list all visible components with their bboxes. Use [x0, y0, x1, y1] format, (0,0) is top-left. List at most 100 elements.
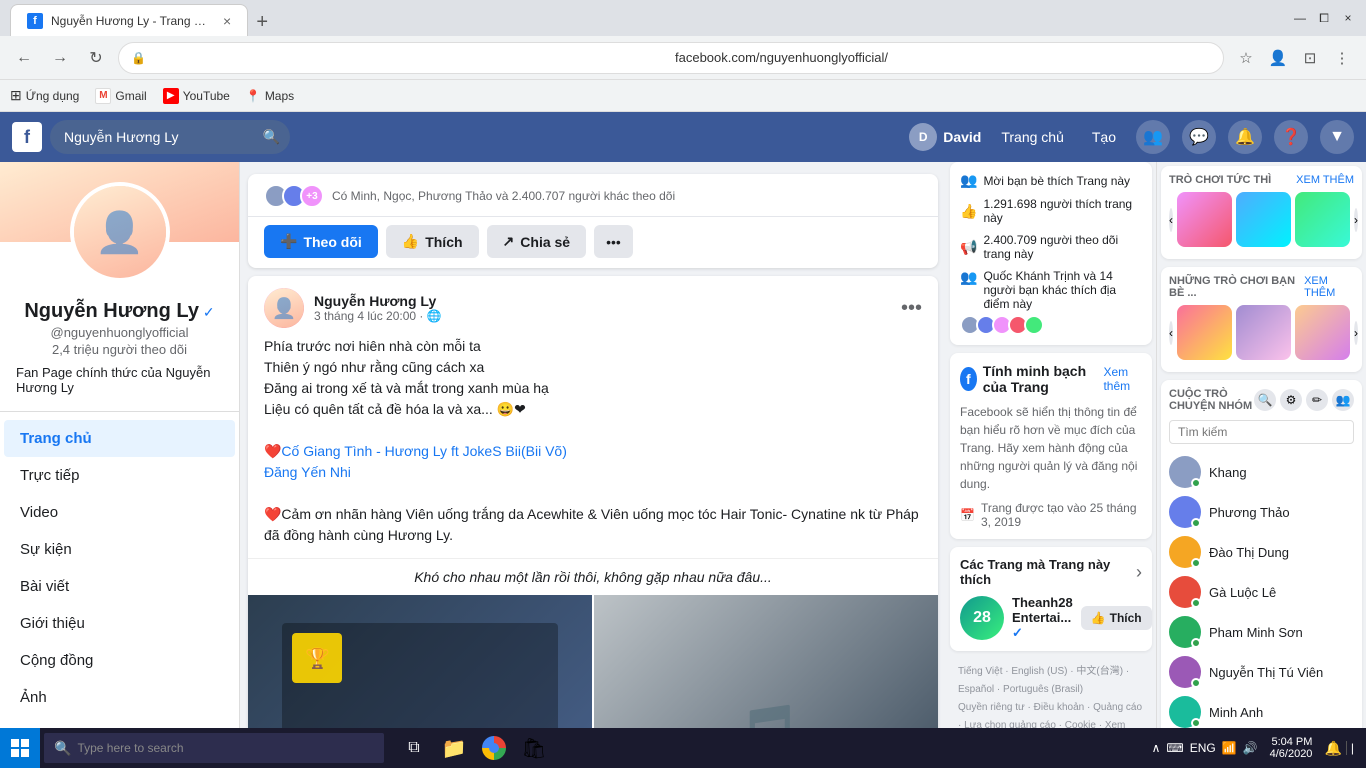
- tab-close-button[interactable]: ×: [223, 13, 231, 29]
- profile-button[interactable]: 👤: [1264, 44, 1292, 72]
- new-tab-button[interactable]: +: [248, 8, 276, 36]
- taskbar-up-arrow[interactable]: ∧: [1152, 741, 1161, 755]
- game-thumb-4[interactable]: [1177, 305, 1232, 360]
- taskbar-search-bar[interactable]: 🔍 Type here to search: [44, 733, 384, 763]
- taskbar-clock[interactable]: 5:04 PM 4/6/2020: [1262, 736, 1321, 760]
- friend-item-khang[interactable]: Khang: [1169, 452, 1354, 492]
- start-button[interactable]: [0, 728, 40, 768]
- friend-avatar-ga-luoc-le: [1169, 576, 1201, 608]
- game-thumb-2[interactable]: [1236, 192, 1291, 247]
- browser-tab[interactable]: f Nguyễn Hương Ly - Trang chủ ×: [10, 4, 248, 36]
- friend-item-tu-vien[interactable]: Nguyễn Thị Tú Viên: [1169, 652, 1354, 692]
- browser-menu-button[interactable]: ⋮: [1328, 44, 1356, 72]
- footer-tieng-viet[interactable]: Tiếng Việt: [958, 666, 1002, 677]
- task-view-icon: ⧉: [408, 739, 419, 757]
- refresh-button[interactable]: ↻: [82, 44, 110, 72]
- game-thumb-5[interactable]: [1236, 305, 1291, 360]
- video-left[interactable]: 🏆 🎸: [248, 595, 594, 728]
- taskbar-store[interactable]: 🛍: [516, 730, 552, 766]
- sidebar-item-video[interactable]: Video: [4, 494, 235, 531]
- chia-se-button[interactable]: ↗ Chia sẻ: [487, 225, 587, 258]
- footer-chinese[interactable]: 中文(台灣): [1076, 666, 1123, 677]
- post-overlay-text: Khó cho nhau một lần rồi thôi, không gặp…: [248, 558, 938, 595]
- sidebar-item-su-kien[interactable]: Sự kiện: [4, 531, 235, 568]
- taskbar-file-explorer[interactable]: 📁: [436, 730, 472, 766]
- facebook-search-input[interactable]: [50, 120, 290, 154]
- address-bar[interactable]: 🔒 facebook.com/nguyenhuonglyofficial/: [118, 42, 1224, 74]
- fb-dropdown-icon[interactable]: ▼: [1320, 120, 1354, 154]
- sidebar-item-bai-viet[interactable]: Bài viết: [4, 568, 235, 605]
- footer-cookie[interactable]: Cookie: [1065, 720, 1096, 728]
- post-video-container[interactable]: Khó cho nhau một lần rồi thôi, không gặp…: [248, 558, 938, 728]
- video-grid: 🏆 🎸 🎵: [248, 595, 938, 728]
- bookmark-gmail[interactable]: M Gmail: [95, 88, 146, 104]
- bookmark-maps[interactable]: 📍 Maps: [246, 89, 294, 103]
- sidebar-item-gioi-thieu[interactable]: Giới thiệu: [4, 605, 235, 642]
- bookmark-apps[interactable]: ⊞ Ứng dụng: [10, 87, 79, 104]
- friends-compose-btn[interactable]: ✏: [1306, 389, 1328, 411]
- sidebar-item-trang-chu[interactable]: Trang chủ: [4, 420, 235, 457]
- pages-like-arrow[interactable]: ›: [1136, 562, 1142, 583]
- friend-search-input[interactable]: [1169, 420, 1354, 444]
- footer-portugues[interactable]: Português (Brasil): [1003, 684, 1083, 695]
- fb-help-icon[interactable]: ❓: [1274, 120, 1308, 154]
- footer-privacy[interactable]: Quyền riêng tư: [958, 702, 1025, 713]
- fb-user-link[interactable]: D David: [909, 123, 981, 151]
- games-xem-them-1[interactable]: XEM THÊM: [1296, 174, 1354, 186]
- games-next-button-2[interactable]: ›: [1354, 321, 1358, 345]
- fb-nav-tao[interactable]: Tạo: [1084, 125, 1124, 149]
- extensions-button[interactable]: ⊡: [1296, 44, 1324, 72]
- footer-ads[interactable]: Quảng cáo: [1093, 702, 1142, 713]
- thich-button[interactable]: 👍 Thích: [386, 225, 479, 258]
- theo-doi-button[interactable]: ➕ Theo dõi: [264, 225, 378, 258]
- friend-item-minh-anh[interactable]: Minh Anh: [1169, 692, 1354, 728]
- footer-ad-choices[interactable]: Lựa chọn quảng cáo: [964, 720, 1056, 728]
- post-link-1[interactable]: ❤️Cố Giang Tình - Hương Ly ft JokeS Bii(…: [264, 441, 922, 462]
- fb-notifications-icon[interactable]: 🔔: [1228, 120, 1262, 154]
- games-prev-button[interactable]: ‹: [1169, 208, 1173, 232]
- sidebar-item-truc-tiep[interactable]: Trực tiếp: [4, 457, 235, 494]
- taskbar-show-desktop[interactable]: |: [1346, 741, 1358, 755]
- friend-item-pham-minh-son[interactable]: Pham Minh Sơn: [1169, 612, 1354, 652]
- footer-terms[interactable]: Điều khoản: [1034, 702, 1085, 713]
- close-window-button[interactable]: ×: [1340, 10, 1356, 26]
- theanh28-like-button[interactable]: 👍 Thích: [1081, 606, 1152, 630]
- maximize-button[interactable]: ⧠: [1316, 10, 1332, 26]
- sidebar-item-cong-dong[interactable]: Cộng đồng: [4, 642, 235, 679]
- transparency-xem-them[interactable]: Xem thêm: [1103, 365, 1142, 393]
- taskbar-task-view[interactable]: ⧉: [396, 730, 432, 766]
- game-thumb-1[interactable]: [1177, 192, 1232, 247]
- friends-add-btn[interactable]: 👥: [1332, 389, 1354, 411]
- friends-search-btn[interactable]: 🔍: [1254, 389, 1276, 411]
- games-prev-button-2[interactable]: ‹: [1169, 321, 1173, 345]
- invite-friends-item[interactable]: 👥 Mời bạn bè thích Trang này: [960, 172, 1142, 189]
- games-next-button[interactable]: ›: [1354, 208, 1358, 232]
- forward-button[interactable]: →: [46, 44, 74, 72]
- taskbar-notification-bell[interactable]: 🔔: [1324, 740, 1341, 757]
- video-right[interactable]: 🎵: [594, 595, 938, 728]
- post-more-button[interactable]: •••: [901, 298, 922, 318]
- play-button-overlay[interactable]: ▶: [563, 717, 623, 729]
- footer-espanol[interactable]: Español: [958, 684, 994, 695]
- sidebar-item-anh[interactable]: Ảnh: [4, 679, 235, 716]
- taskbar-chrome[interactable]: [476, 730, 512, 766]
- friend-item-dao-thi-dung[interactable]: Đào Thị Dung: [1169, 532, 1354, 572]
- game-thumb-6[interactable]: [1295, 305, 1350, 360]
- back-button[interactable]: ←: [10, 44, 38, 72]
- games-xem-them-2[interactable]: XEM THÊM: [1304, 275, 1354, 299]
- friend-item-ga-luoc-le[interactable]: Gà Luộc Lê: [1169, 572, 1354, 612]
- more-options-button[interactable]: •••: [594, 225, 633, 258]
- fb-messages-icon[interactable]: 💬: [1182, 120, 1216, 154]
- post-link-2[interactable]: Đăng Yến Nhi: [264, 462, 922, 483]
- minimize-button[interactable]: —: [1292, 10, 1308, 26]
- post-author-name[interactable]: Nguyễn Hương Ly: [314, 293, 891, 309]
- bookmark-icon[interactable]: ☆: [1232, 44, 1260, 72]
- fb-friends-icon[interactable]: 👥: [1136, 120, 1170, 154]
- bookmark-youtube[interactable]: ▶ YouTube: [163, 88, 230, 104]
- footer-english[interactable]: English (US): [1011, 666, 1067, 677]
- fb-nav-trang-chu[interactable]: Trang chủ: [993, 125, 1072, 149]
- friend-item-phuong-thao[interactable]: Phương Thảo: [1169, 492, 1354, 532]
- friends-settings-btn[interactable]: ⚙: [1280, 389, 1302, 411]
- friend-avatar-e: [1024, 315, 1044, 335]
- game-thumb-3[interactable]: [1295, 192, 1350, 247]
